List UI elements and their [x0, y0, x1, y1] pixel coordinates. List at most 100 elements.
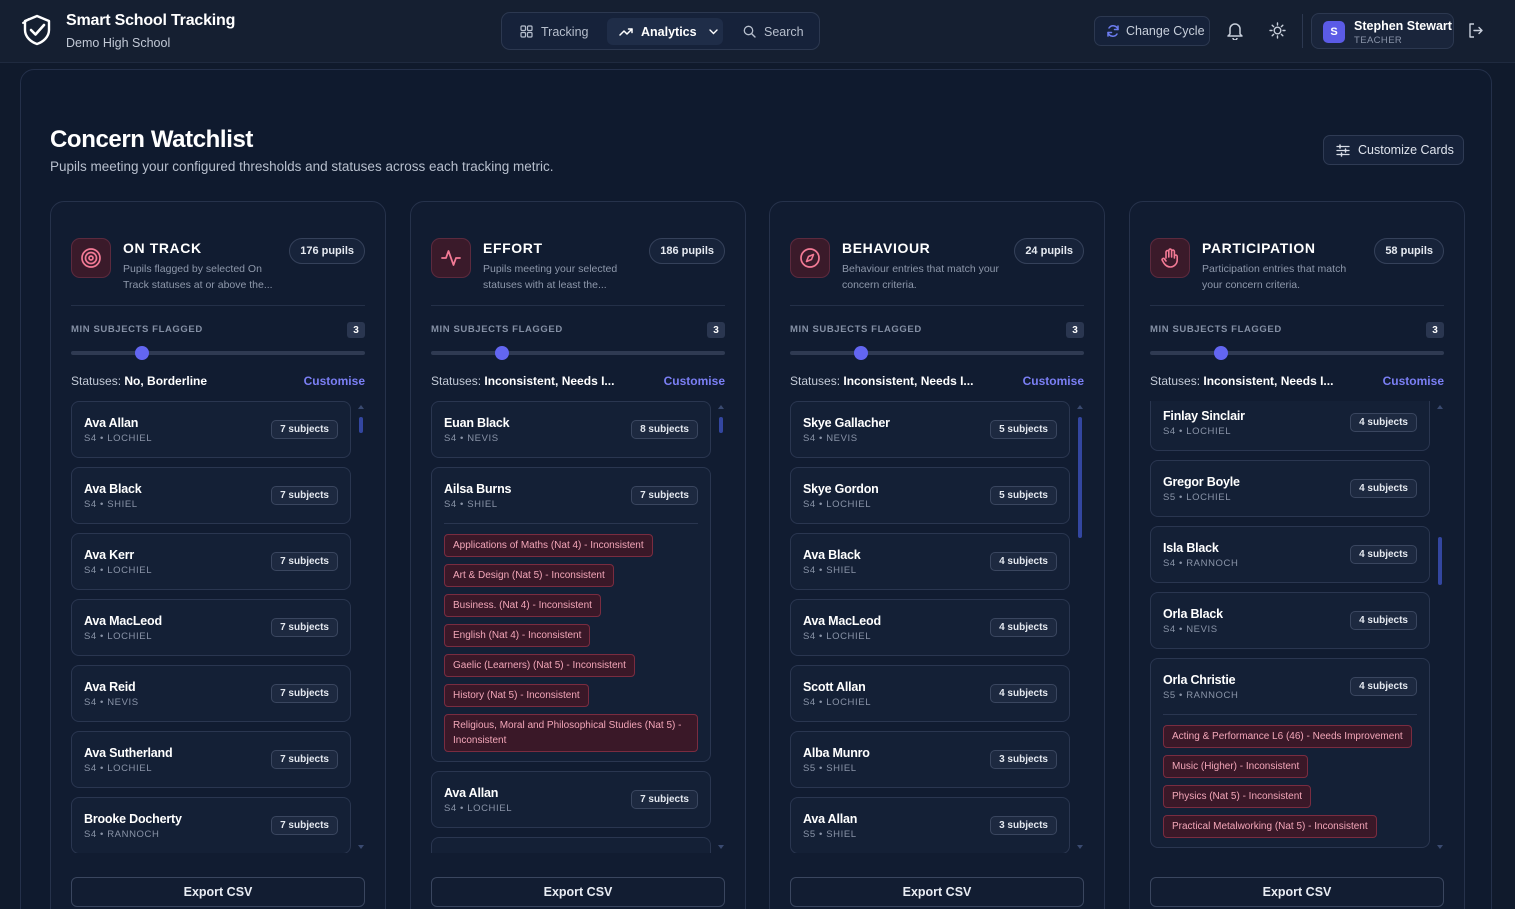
pupil-card[interactable]: Ava Reid S4 • NEVIS 7 subjects [71, 665, 351, 722]
pupil-year-house: S4 • NEVIS [803, 433, 858, 444]
export-csv-button[interactable]: Export CSV [1150, 877, 1444, 907]
pupil-list[interactable]: Euan Black S4 • NEVIS 8 subjects Ailsa Burn… [431, 401, 719, 853]
scroll-down-arrow[interactable] [358, 845, 364, 849]
sun-icon[interactable] [1269, 22, 1286, 39]
card-description: Pupils flagged by selected On Track stat… [123, 263, 273, 291]
scroll-down-arrow[interactable] [1437, 845, 1443, 849]
pupil-header[interactable]: Gregor Boyle S5 • LOCHIEL 4 subjects [1151, 461, 1429, 516]
customise-link[interactable]: Customise [1023, 374, 1084, 388]
scroll-down-arrow[interactable] [718, 845, 724, 849]
pupil-header[interactable]: Ava Allan S4 • LOCHIEL 7 subjects [432, 772, 710, 827]
min-subjects-slider[interactable] [431, 346, 725, 360]
pupil-card[interactable]: Ava Allan S4 • LOCHIEL 7 subjects [431, 771, 711, 828]
scrollbar-thumb[interactable] [1078, 417, 1082, 538]
pupil-list[interactable]: Ava Allan S4 • LOCHIEL 7 subjects Ava Black… [71, 401, 359, 853]
customise-link[interactable]: Customise [664, 374, 725, 388]
pupil-card[interactable]: Ailsa Burns S4 • SHIEL 7 subjects Applicati… [431, 467, 711, 762]
customise-link[interactable]: Customise [1383, 374, 1444, 388]
user-menu[interactable]: S Stephen Stewart TEACHER [1311, 13, 1454, 49]
scroll-up-arrow[interactable] [1437, 405, 1443, 409]
pupil-list[interactable]: Skye Gallacher S4 • NEVIS 5 subjects Skye G… [790, 401, 1078, 853]
shield-check-logo-icon[interactable] [20, 13, 54, 47]
pupil-card[interactable]: Isla Black S4 • RANNOCH 4 subjects [1150, 526, 1430, 583]
change-cycle-button[interactable]: Change Cycle [1094, 16, 1210, 46]
subjects-count-badge: 5 subjects [990, 420, 1057, 439]
pupil-header[interactable]: Skye Gallacher S4 • NEVIS 5 subjects [791, 402, 1069, 457]
pupil-header[interactable]: Ava Sutherland S4 • LOCHIEL 7 subjects [72, 732, 350, 787]
pupil-header[interactable]: Ava Black S4 • SHIEL 4 subjects [791, 534, 1069, 589]
pupil-card[interactable]: Ava BlackS4 • SHIEL7 subjects [431, 837, 711, 853]
logout-icon[interactable] [1467, 22, 1484, 39]
pupil-card[interactable]: Euan Black S4 • NEVIS 8 subjects [431, 401, 711, 458]
min-subjects-slider[interactable] [1150, 346, 1444, 360]
pupil-header[interactable]: Ava Kerr S4 • LOCHIEL 7 subjects [72, 534, 350, 589]
pupil-header[interactable]: Ava BlackS4 • SHIEL7 subjects [432, 838, 710, 853]
nav-tracking[interactable]: Tracking [520, 18, 588, 45]
export-csv-button[interactable]: Export CSV [431, 877, 725, 907]
pupil-card[interactable]: Ava MacLeod S4 • LOCHIEL 7 subjects [71, 599, 351, 656]
change-cycle-label: Change Cycle [1126, 24, 1205, 38]
pupil-card[interactable]: Skye Gordon S4 • LOCHIEL 5 subjects [790, 467, 1070, 524]
pupil-header[interactable]: Ava MacLeod S4 • LOCHIEL 7 subjects [72, 600, 350, 655]
export-csv-button[interactable]: Export CSV [71, 877, 365, 907]
pupil-card[interactable]: Finlay Sinclair S4 • LOCHIEL 4 subjects [1150, 401, 1430, 451]
scroll-up-arrow[interactable] [718, 405, 724, 409]
scroll-up-arrow[interactable] [1077, 405, 1083, 409]
pupil-card[interactable]: Alba Munro S5 • SHIEL 3 subjects [790, 731, 1070, 788]
pupil-header[interactable]: Ava Allan S5 • SHIEL 3 subjects [791, 798, 1069, 853]
pupil-header[interactable]: Ava MacLeod S4 • LOCHIEL 4 subjects [791, 600, 1069, 655]
pupil-card[interactable]: Gregor Boyle S5 • LOCHIEL 4 subjects [1150, 460, 1430, 517]
slider-thumb[interactable] [134, 346, 149, 360]
bell-icon[interactable] [1226, 21, 1244, 40]
subjects-count-badge: 7 subjects [271, 816, 338, 835]
min-subjects-value: 3 [1426, 322, 1444, 338]
min-subjects-slider[interactable] [790, 346, 1084, 360]
export-csv-button[interactable]: Export CSV [790, 877, 1084, 907]
pupil-header[interactable]: Orla Christie S5 • RANNOCH 4 subjects [1151, 659, 1429, 714]
pupil-header[interactable]: Euan Black S4 • NEVIS 8 subjects [432, 402, 710, 457]
pupil-header[interactable]: Isla Black S4 • RANNOCH 4 subjects [1151, 527, 1429, 582]
pupil-name: Ava Black [84, 482, 142, 496]
pupil-card[interactable]: Scott Allan S4 • LOCHIEL 4 subjects [790, 665, 1070, 722]
pupil-card[interactable]: Skye Gallacher S4 • NEVIS 5 subjects [790, 401, 1070, 458]
pupil-card[interactable]: Ava BlackS4 • SHIEL7 subjects [71, 467, 351, 524]
statuses-value: Inconsistent, Needs I... [484, 374, 615, 388]
pupil-card[interactable]: Brooke Docherty S4 • RANNOCH 7 subjects [71, 797, 351, 853]
pupil-header[interactable]: Ava Reid S4 • NEVIS 7 subjects [72, 666, 350, 721]
pupil-card[interactable]: Ava Sutherland S4 • LOCHIEL 7 subjects [71, 731, 351, 788]
pupil-card[interactable]: Orla Christie S5 • RANNOCH 4 subjects Actin… [1150, 658, 1430, 848]
pupil-header[interactable]: Ava BlackS4 • SHIEL7 subjects [72, 468, 350, 523]
nav-search[interactable]: Search [743, 18, 804, 45]
customize-cards-button[interactable]: Customize Cards [1323, 135, 1464, 165]
min-subjects-slider[interactable] [71, 346, 365, 360]
pupil-card[interactable]: Ava MacLeod S4 • LOCHIEL 4 subjects [790, 599, 1070, 656]
pupil-header[interactable]: Skye Gordon S4 • LOCHIEL 5 subjects [791, 468, 1069, 523]
scrollbar-thumb[interactable] [719, 417, 723, 433]
pupil-card[interactable]: Orla Black S4 • NEVIS 4 subjects [1150, 592, 1430, 649]
scroll-up-arrow[interactable] [358, 405, 364, 409]
slider-thumb[interactable] [494, 346, 509, 360]
pupil-header[interactable]: Ava Allan S4 • LOCHIEL 7 subjects [72, 402, 350, 457]
pupil-header[interactable]: Ailsa Burns S4 • SHIEL 7 subjects [432, 468, 710, 523]
slider-thumb[interactable] [853, 346, 868, 360]
scrollbar-thumb[interactable] [359, 417, 363, 433]
slider-thumb[interactable] [1213, 346, 1228, 360]
pupil-header[interactable]: Orla Black S4 • NEVIS 4 subjects [1151, 593, 1429, 648]
pupil-header[interactable]: Alba Munro S5 • SHIEL 3 subjects [791, 732, 1069, 787]
target-icon [71, 238, 111, 278]
scroll-down-arrow[interactable] [1077, 845, 1083, 849]
pupil-header[interactable]: Scott Allan S4 • LOCHIEL 4 subjects [791, 666, 1069, 721]
pupil-card[interactable]: Ava Kerr S4 • LOCHIEL 7 subjects [71, 533, 351, 590]
pupil-card[interactable]: Ava Allan S5 • SHIEL 3 subjects [790, 797, 1070, 853]
pupil-year-house: S4 • RANNOCH [84, 829, 160, 840]
scrollbar-thumb[interactable] [1438, 537, 1442, 585]
pupil-card[interactable]: Ava Allan S4 • LOCHIEL 7 subjects [71, 401, 351, 458]
pupil-header[interactable]: Finlay Sinclair S4 • LOCHIEL 4 subjects [1151, 401, 1429, 450]
pupil-header[interactable]: Brooke Docherty S4 • RANNOCH 7 subjects [72, 798, 350, 853]
customise-link[interactable]: Customise [304, 374, 365, 388]
pupil-year-house: S4 • LOCHIEL [84, 631, 153, 642]
pupil-name: Ava Allan [444, 786, 499, 800]
nav-analytics[interactable]: Analytics [607, 18, 723, 45]
pupil-list[interactable]: Finlay Sinclair S4 • LOCHIEL 4 subjects Gre… [1150, 401, 1438, 853]
pupil-card[interactable]: Ava Black S4 • SHIEL 4 subjects [790, 533, 1070, 590]
